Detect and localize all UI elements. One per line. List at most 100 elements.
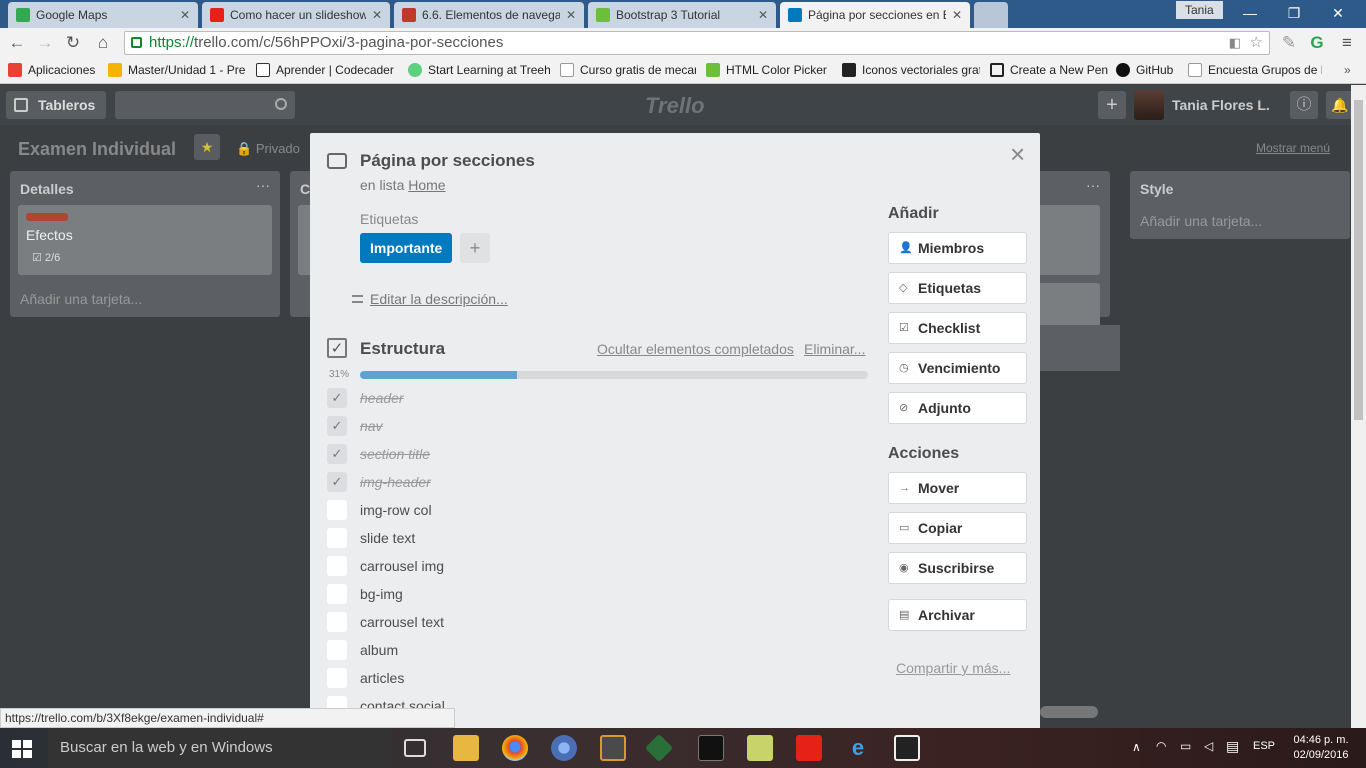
checkbox[interactable] xyxy=(327,584,347,604)
info-icon[interactable]: ⓘ xyxy=(1290,91,1318,119)
checklist-button[interactable]: ☑ Checklist xyxy=(888,312,1027,344)
close-icon[interactable]: ✕ xyxy=(952,8,962,22)
horizontal-scrollbar[interactable] xyxy=(1040,706,1098,718)
close-icon[interactable]: ✕ xyxy=(372,8,382,22)
bookmark-color-picker[interactable]: HTML Color Picker xyxy=(706,63,832,77)
close-icon[interactable]: ✕ xyxy=(566,8,576,22)
checklist-item-text[interactable]: img-header xyxy=(360,474,431,490)
checklist-item-text[interactable]: articles xyxy=(360,670,404,686)
checked-checkbox[interactable]: ✓ xyxy=(327,444,347,464)
minimize-icon[interactable]: — xyxy=(1232,2,1268,24)
checked-checkbox[interactable]: ✓ xyxy=(327,416,347,436)
scrollbar-thumb[interactable] xyxy=(1354,100,1363,420)
menu-icon[interactable]: ≡ xyxy=(1336,32,1358,54)
list-menu-icon[interactable]: ··· xyxy=(256,177,270,193)
copy-button[interactable]: ▭ Copiar xyxy=(888,512,1027,544)
list-card[interactable] xyxy=(1030,283,1100,329)
due-date-button[interactable]: ◷ Vencimiento xyxy=(888,352,1027,384)
hide-completed-link[interactable]: Ocultar elementos completados xyxy=(597,341,794,357)
attachment-button[interactable]: ⊘ Adjunto xyxy=(888,392,1027,424)
mp3-youtube-icon[interactable] xyxy=(796,735,822,761)
checklist-item-text[interactable]: slide text xyxy=(360,530,415,546)
more-bookmarks-icon[interactable]: » xyxy=(1344,63,1351,77)
members-button[interactable]: 👤 Miembros xyxy=(888,232,1027,264)
checklist-item-text[interactable]: album xyxy=(360,642,398,658)
wifi-icon[interactable]: ◠ xyxy=(1156,739,1166,753)
language-indicator[interactable]: ESP xyxy=(1253,740,1275,752)
add-label-button[interactable]: + xyxy=(460,233,490,263)
bell-icon[interactable]: 🔔 xyxy=(1326,91,1354,119)
notes-icon[interactable] xyxy=(747,735,773,761)
checked-checkbox[interactable]: ✓ xyxy=(327,472,347,492)
sublime-text-icon[interactable] xyxy=(600,735,626,761)
back-icon[interactable]: ← xyxy=(6,32,28,54)
chrome-icon[interactable] xyxy=(502,735,528,761)
privacy-button[interactable]: 🔒 Privado xyxy=(236,141,300,157)
checkbox[interactable] xyxy=(327,556,347,576)
archive-button[interactable]: ▤ Archivar xyxy=(888,599,1027,631)
labels-button[interactable]: ◇ Etiquetas xyxy=(888,272,1027,304)
share-link[interactable]: Compartir y más... xyxy=(896,660,1010,676)
tab-youtube[interactable]: Como hacer un slideshow ✕ xyxy=(202,2,390,28)
vertical-scrollbar[interactable] xyxy=(1351,85,1366,728)
photos-icon[interactable] xyxy=(894,735,920,761)
task-view-icon[interactable] xyxy=(404,739,426,757)
reload-icon[interactable]: ↻ xyxy=(62,32,84,54)
star-icon[interactable]: ★ xyxy=(194,134,220,160)
url-input[interactable]: https://trello.com/c/56hPPOxi/3-pagina-p… xyxy=(124,31,1270,55)
tab-trello-active[interactable]: Página por secciones en E ✕ xyxy=(780,2,970,28)
checkbox[interactable] xyxy=(327,668,347,688)
board-title[interactable]: Examen Individual xyxy=(18,139,176,160)
bookmark-aplicaciones[interactable]: Aplicaciones xyxy=(8,63,100,77)
tab-google-maps[interactable]: Google Maps ✕ xyxy=(8,2,198,28)
maximize-icon[interactable]: ❐ xyxy=(1276,2,1312,24)
close-icon[interactable]: ✕ xyxy=(180,8,190,22)
trello-logo[interactable]: Trello xyxy=(645,93,705,119)
checklist-item-text[interactable]: section title xyxy=(360,446,430,462)
checklist-item-text[interactable]: carrousel img xyxy=(360,558,444,574)
checked-checkbox[interactable]: ✓ xyxy=(327,388,347,408)
card-efectos[interactable]: Efectos ☑ 2/6 xyxy=(18,205,272,275)
notification-icon[interactable]: ▤ xyxy=(1226,738,1239,755)
chevron-up-icon[interactable]: ∧ xyxy=(1132,740,1141,754)
checklist-item-text[interactable]: bg-img xyxy=(360,586,403,602)
extension-icon[interactable]: ✎ xyxy=(1278,32,1300,54)
terminal-icon[interactable] xyxy=(698,735,724,761)
checklist-item-text[interactable]: nav xyxy=(360,418,383,434)
battery-icon[interactable]: ▭ xyxy=(1180,739,1191,753)
move-button[interactable]: → Mover xyxy=(888,472,1027,504)
checklist-title[interactable]: Estructura xyxy=(360,339,445,359)
checklist-item-text[interactable]: header xyxy=(360,390,404,406)
add-button[interactable]: + xyxy=(1098,91,1126,119)
boards-button[interactable]: Tableros xyxy=(6,91,106,119)
edge-icon[interactable]: e xyxy=(845,735,871,761)
list-link[interactable]: Home xyxy=(408,177,445,193)
label-importante[interactable]: Importante xyxy=(360,233,453,263)
list-title[interactable]: C xyxy=(300,181,310,197)
volume-icon[interactable]: ◁ xyxy=(1204,739,1213,753)
close-icon[interactable]: × xyxy=(1010,141,1025,167)
list-menu-icon[interactable]: ··· xyxy=(1086,177,1100,193)
bookmark-codepen[interactable]: Create a New Pen xyxy=(990,63,1108,77)
bookmark-mecanografia[interactable]: Curso gratis de mecan xyxy=(560,63,696,77)
add-card-link[interactable]: Añadir una tarjeta... xyxy=(20,291,142,307)
forward-icon[interactable]: → xyxy=(34,32,56,54)
window-close-icon[interactable]: ✕ xyxy=(1320,2,1356,24)
home-icon[interactable]: ⌂ xyxy=(92,32,114,54)
subscribe-button[interactable]: ◉ Suscribirse xyxy=(888,552,1027,584)
add-card-link[interactable]: Añadir una tarjeta... xyxy=(1140,213,1262,229)
checklist-item-text[interactable]: img-row col xyxy=(360,502,432,518)
checkbox[interactable] xyxy=(327,612,347,632)
bookmark-iconos[interactable]: Iconos vectoriales grat xyxy=(842,63,980,77)
star-bookmark-icon[interactable]: ☆ xyxy=(1250,32,1263,54)
bookmark-encuesta[interactable]: Encuesta Grupos de E xyxy=(1188,63,1322,77)
card-title[interactable]: Página por secciones xyxy=(360,151,535,171)
avatar[interactable] xyxy=(1134,90,1164,120)
user-name[interactable]: Tania Flores L. xyxy=(1172,97,1270,113)
search-input[interactable] xyxy=(115,91,295,119)
new-tab-button[interactable] xyxy=(974,2,1008,28)
clock[interactable]: 04:46 p. m. 02/09/2016 xyxy=(1290,733,1352,763)
translate-icon[interactable]: ◧ xyxy=(1229,32,1241,54)
edit-description-link[interactable]: Editar la descripción... xyxy=(352,291,508,307)
checkbox[interactable] xyxy=(327,640,347,660)
